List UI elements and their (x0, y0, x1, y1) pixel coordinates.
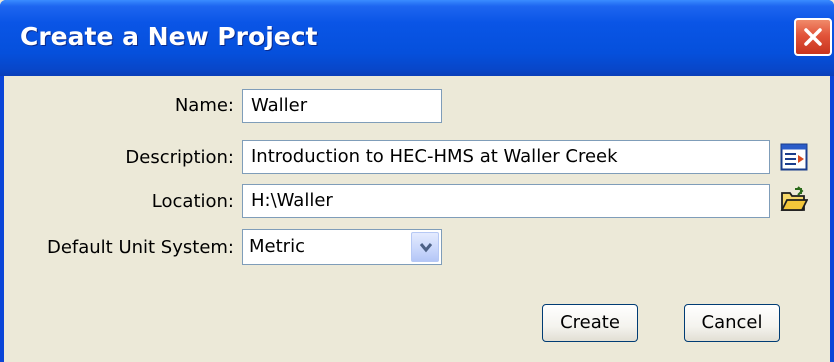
chevron-down-icon (419, 243, 433, 253)
close-icon (804, 28, 822, 46)
unit-system-label: Default Unit System: (46, 237, 234, 258)
location-label: Location: (151, 191, 234, 212)
description-editor-button[interactable] (780, 143, 808, 171)
dialog-body: Name: Waller Description: Introduction t… (4, 76, 830, 362)
dialog-title: Create a New Project (20, 22, 318, 51)
create-project-dialog: Create a New Project Name: Waller Descri… (0, 0, 834, 362)
name-input[interactable]: Waller (242, 89, 442, 123)
description-label: Description: (125, 147, 234, 168)
unit-system-value: Metric (249, 236, 305, 257)
open-folder-icon (780, 186, 809, 211)
location-input[interactable]: H:\Waller (242, 184, 770, 218)
cancel-button[interactable]: Cancel (684, 304, 780, 342)
unit-system-dropdown-button[interactable] (411, 232, 439, 262)
name-label: Name: (174, 95, 234, 116)
description-input[interactable]: Introduction to HEC-HMS at Waller Creek (242, 140, 770, 174)
close-button[interactable] (794, 18, 832, 56)
text-editor-icon (780, 143, 808, 171)
create-button[interactable]: Create (542, 304, 638, 342)
browse-location-button[interactable] (780, 186, 809, 214)
title-bar[interactable]: Create a New Project (0, 0, 834, 76)
unit-system-select[interactable]: Metric (242, 229, 442, 265)
